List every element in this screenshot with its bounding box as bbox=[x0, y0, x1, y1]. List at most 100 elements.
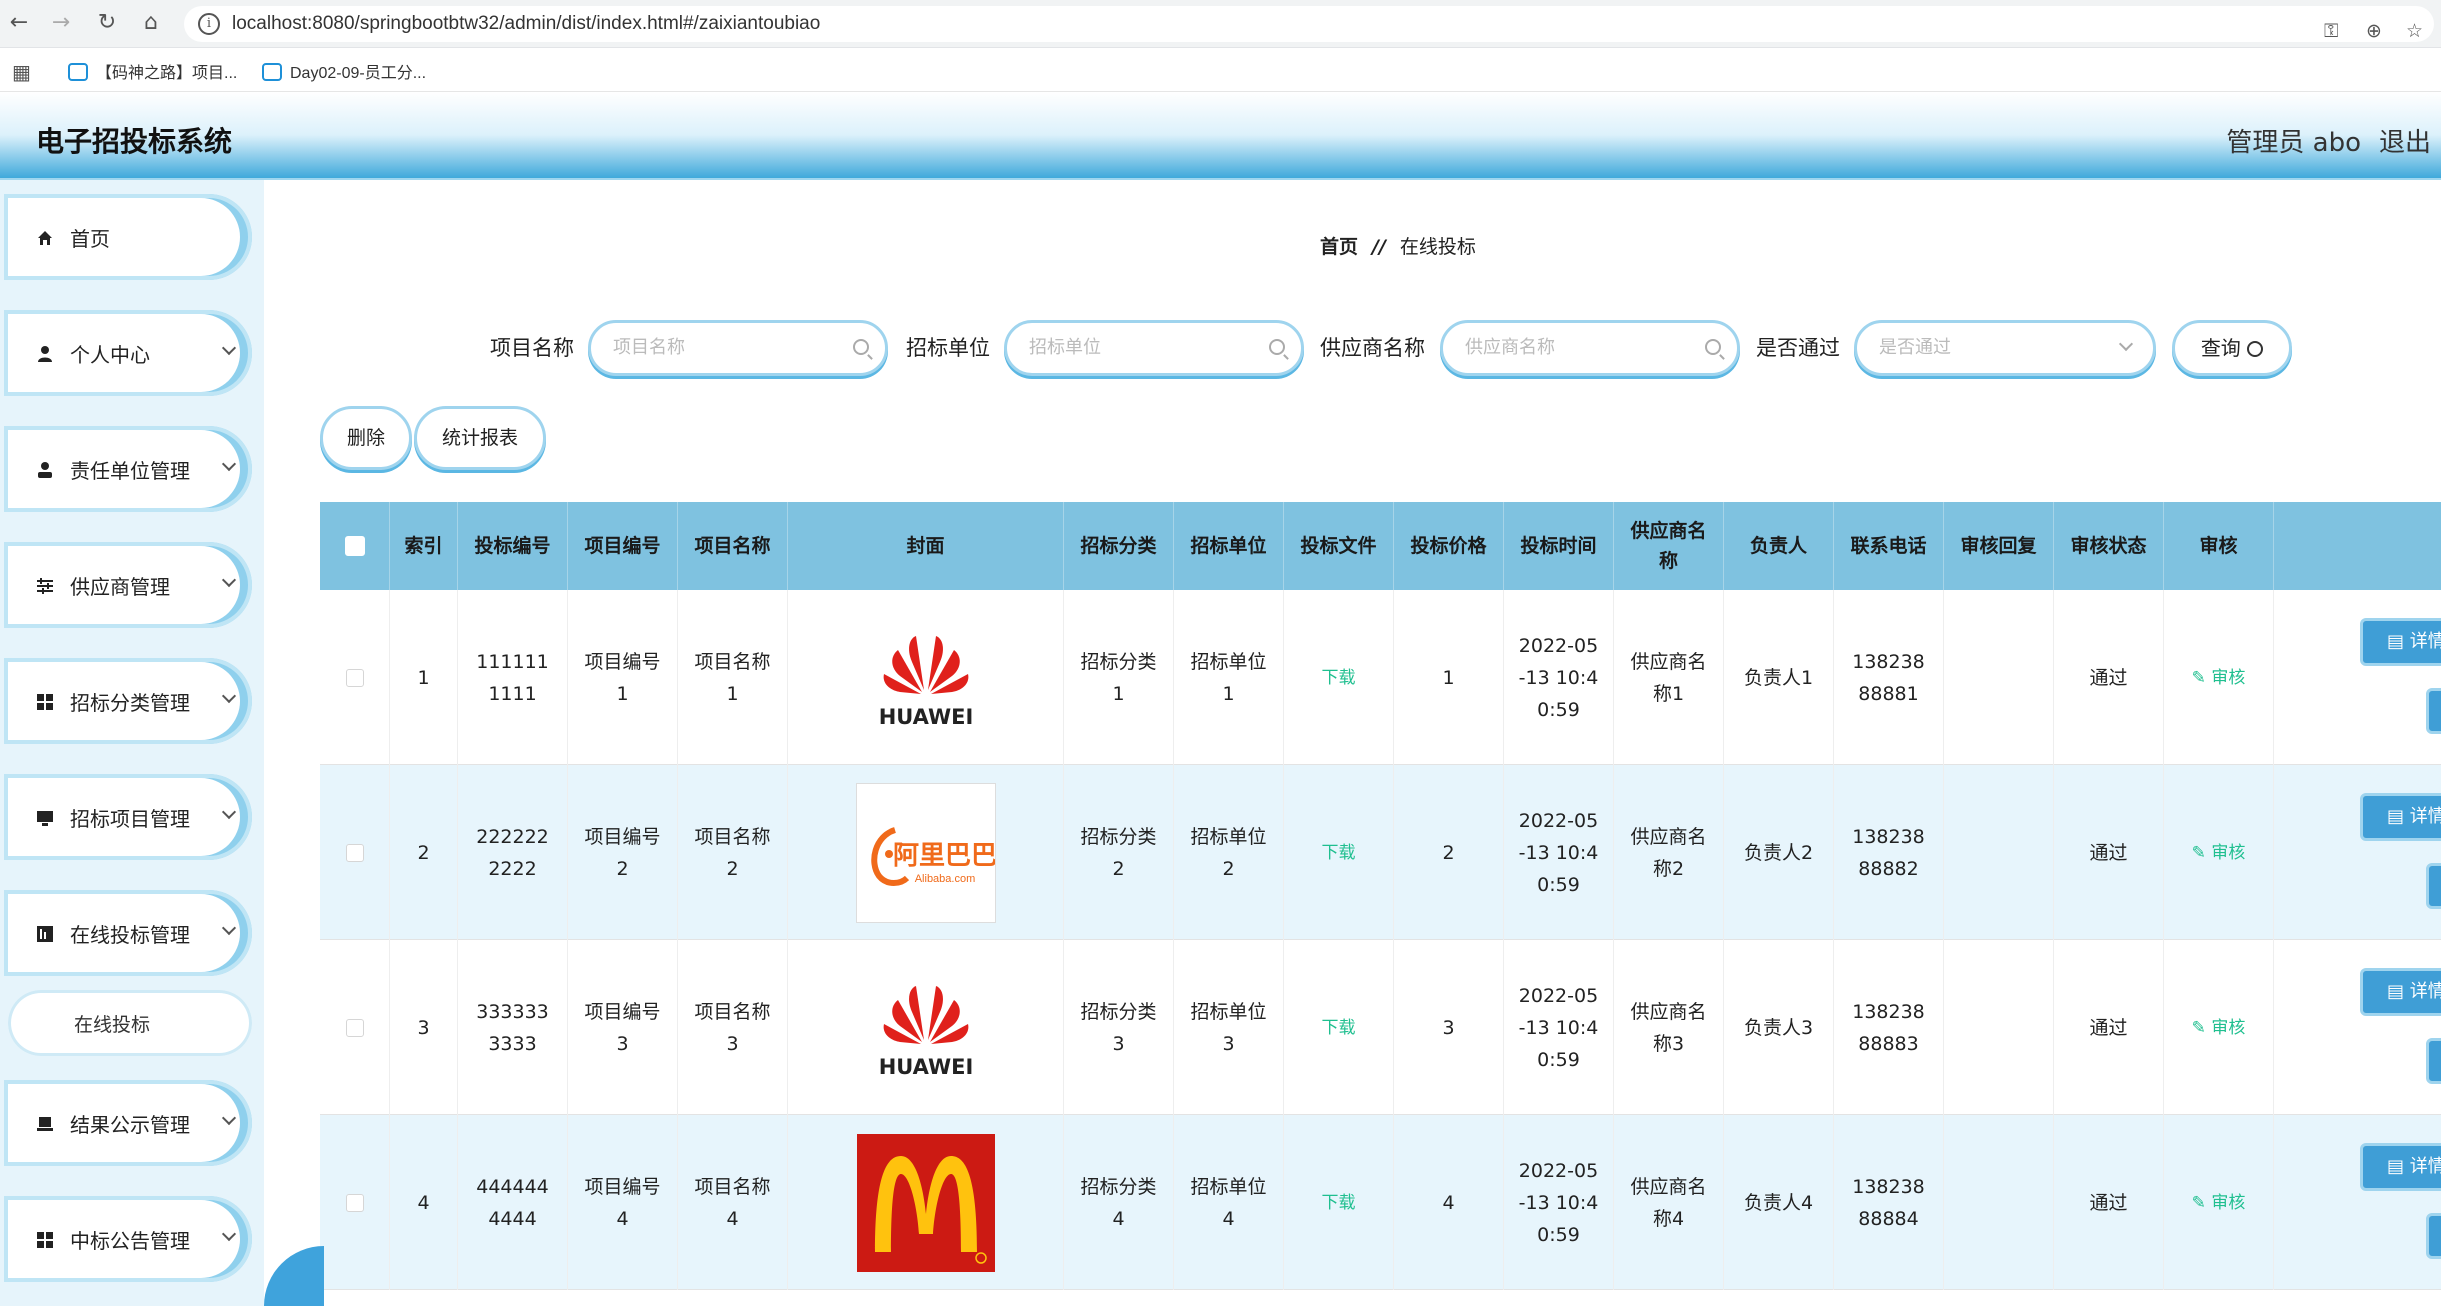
chevron-down-icon bbox=[221, 456, 237, 472]
sidebar-item-responsible-unit[interactable]: 责任单位管理 bbox=[4, 426, 252, 512]
bookmark-item[interactable]: 【码神之路】项目... bbox=[68, 59, 237, 83]
sidebar-item-label: 首页 bbox=[70, 226, 110, 251]
file-cell: 下载 bbox=[1284, 940, 1394, 1115]
project-name-input[interactable]: 项目名称 bbox=[588, 320, 888, 376]
bookmark-item[interactable]: Day02-09-员工分... bbox=[262, 59, 426, 83]
forward-icon[interactable]: → bbox=[46, 8, 76, 38]
alibaba-logo: 阿里巴巴 Alibaba.com bbox=[856, 783, 995, 922]
index-cell-text: 2 bbox=[417, 841, 430, 864]
huawei-logo-mark: HUAWEI bbox=[878, 635, 973, 729]
row-action-button[interactable] bbox=[2426, 863, 2441, 909]
bid-no-cell: 2222222222 bbox=[458, 765, 568, 940]
project-name-cell: 项目名称2 bbox=[678, 765, 788, 940]
audit-link[interactable]: ✎ 审核 bbox=[2192, 837, 2246, 869]
row-action-button[interactable] bbox=[2426, 1038, 2441, 1084]
breadcrumb-separator: // bbox=[1372, 236, 1386, 258]
status-cell-text: 通过 bbox=[2089, 666, 2128, 689]
sidebar-item-tender-category[interactable]: 招标分类管理 bbox=[4, 658, 252, 744]
home-icon[interactable]: ⌂ bbox=[136, 8, 166, 38]
address-bar[interactable]: i localhost:8080/springbootbtw32/admin/d… bbox=[184, 6, 2434, 42]
download-link[interactable]: 下载 bbox=[1322, 662, 1356, 694]
sidebar-item-label: 招标分类管理 bbox=[70, 690, 190, 715]
column-header: 供应商名称 bbox=[1614, 502, 1724, 590]
sidebar-item-personal-center[interactable]: 个人中心 bbox=[4, 310, 252, 396]
grid-icon bbox=[36, 1230, 54, 1248]
logout-link[interactable]: 退出 bbox=[2379, 122, 2441, 159]
row-checkbox[interactable] bbox=[345, 1018, 364, 1037]
reload-icon[interactable]: ↻ bbox=[92, 8, 122, 38]
status-cell-text: 通过 bbox=[2089, 1191, 2128, 1214]
index-cell-text: 3 bbox=[417, 1016, 430, 1039]
sidebar-item-label: 中标公告管理 bbox=[70, 1228, 190, 1253]
monitor-icon bbox=[36, 808, 54, 826]
url-text[interactable]: localhost:8080/springbootbtw32/admin/dis… bbox=[232, 13, 820, 35]
edit-icon: ✎ bbox=[2191, 1017, 2212, 1038]
supplier-input[interactable]: 供应商名称 bbox=[1440, 320, 1740, 376]
project-name-cell-text: 项目名称3 bbox=[694, 1000, 771, 1055]
huawei-logo-text: HUAWEI bbox=[878, 1055, 973, 1079]
audit-link[interactable]: ✎ 审核 bbox=[2192, 1187, 2246, 1219]
tender-unit-input[interactable]: 招标单位 bbox=[1004, 320, 1304, 376]
row-action-button[interactable] bbox=[2426, 688, 2441, 734]
star-icon[interactable]: ☆ bbox=[2406, 20, 2423, 42]
bid-time-cell-text: 2022-05-13 10:40:59 bbox=[1518, 984, 1599, 1071]
sidebar-item-supplier[interactable]: 供应商管理 bbox=[4, 542, 252, 628]
chart-icon bbox=[36, 924, 54, 942]
sidebar-item-online-bid[interactable]: 在线投标管理 bbox=[4, 890, 252, 976]
key-icon[interactable]: ⚿ bbox=[2324, 20, 2338, 42]
apps-grid-icon[interactable]: ▦ bbox=[12, 60, 31, 84]
sidebar-item-tender-project[interactable]: 招标项目管理 bbox=[4, 774, 252, 860]
row-checkbox[interactable] bbox=[345, 668, 364, 687]
tender-unit-cell-text: 招标单位4 bbox=[1190, 1175, 1267, 1230]
project-name-cell: 项目名称4 bbox=[678, 1115, 788, 1290]
delete-button[interactable]: 删除 bbox=[320, 406, 412, 470]
download-link[interactable]: 下载 bbox=[1322, 837, 1356, 869]
column-header: 索引 bbox=[390, 502, 458, 590]
bid-time-cell-text: 2022-05-13 10:40:59 bbox=[1518, 1159, 1599, 1246]
file-cell: 下载 bbox=[1284, 1115, 1394, 1290]
bid-no-cell-text: 1111111111 bbox=[476, 650, 549, 705]
document-icon: ▤ bbox=[2387, 806, 2410, 827]
sidebar-item-label: 个人中心 bbox=[70, 342, 150, 367]
zoom-icon[interactable]: ⊕ bbox=[2366, 20, 2382, 42]
owner-cell-text: 负责人1 bbox=[1743, 666, 1814, 689]
column-header: 审核 bbox=[2164, 502, 2274, 590]
passed-select[interactable]: 是否通过 bbox=[1854, 320, 2156, 376]
detail-button[interactable]: ▤ 详情 bbox=[2360, 793, 2441, 841]
query-button[interactable]: 查询 bbox=[2172, 320, 2292, 376]
row-checkbox[interactable] bbox=[345, 843, 364, 862]
sidebar-item-winning-notice[interactable]: 中标公告管理 bbox=[4, 1196, 252, 1282]
index-cell: 1 bbox=[390, 590, 458, 765]
index-cell: 2 bbox=[390, 765, 458, 940]
report-button[interactable]: 统计报表 bbox=[414, 406, 546, 470]
site-info-icon[interactable]: i bbox=[198, 13, 220, 35]
row-select-cell bbox=[320, 765, 390, 940]
detail-label: 详情 bbox=[2409, 981, 2441, 1002]
sidebar-subitem-online-bid[interactable]: 在线投标 bbox=[8, 990, 252, 1056]
audit-link[interactable]: ✎ 审核 bbox=[2192, 1012, 2246, 1044]
category-cell-text: 招标分类4 bbox=[1080, 1175, 1157, 1230]
search-icon bbox=[1705, 339, 1721, 355]
supplier-label: 供应商名称 bbox=[1320, 336, 1425, 360]
price-cell: 2 bbox=[1394, 765, 1504, 940]
row-checkbox[interactable] bbox=[345, 1193, 364, 1212]
detail-button[interactable]: ▤ 详情 bbox=[2360, 1143, 2441, 1191]
sidebar-item-home[interactable]: 首页 bbox=[4, 194, 252, 280]
row-action-button[interactable] bbox=[2426, 1213, 2441, 1259]
back-icon[interactable]: ← bbox=[4, 8, 34, 38]
audit-cell: ✎ 审核 bbox=[2164, 1115, 2274, 1290]
grid-icon bbox=[36, 692, 54, 710]
download-link[interactable]: 下载 bbox=[1322, 1012, 1356, 1044]
sidebar-item-result-publicity[interactable]: 结果公示管理 bbox=[4, 1080, 252, 1166]
detail-button[interactable]: ▤ 详情 bbox=[2360, 968, 2441, 1016]
detail-button[interactable]: ▤ 详情 bbox=[2360, 618, 2441, 666]
select-all-checkbox[interactable] bbox=[344, 536, 365, 556]
sidebar-item-label: 结果公示管理 bbox=[70, 1112, 190, 1137]
download-link[interactable]: 下载 bbox=[1322, 1187, 1356, 1219]
detail-label: 详情 bbox=[2409, 806, 2441, 827]
audit-link[interactable]: ✎ 审核 bbox=[2192, 662, 2246, 694]
query-label: 查询 bbox=[2200, 336, 2241, 360]
chevron-down-icon bbox=[221, 572, 237, 588]
owner-cell: 负责人4 bbox=[1724, 1115, 1834, 1290]
breadcrumb-home[interactable]: 首页 bbox=[1320, 236, 1358, 258]
